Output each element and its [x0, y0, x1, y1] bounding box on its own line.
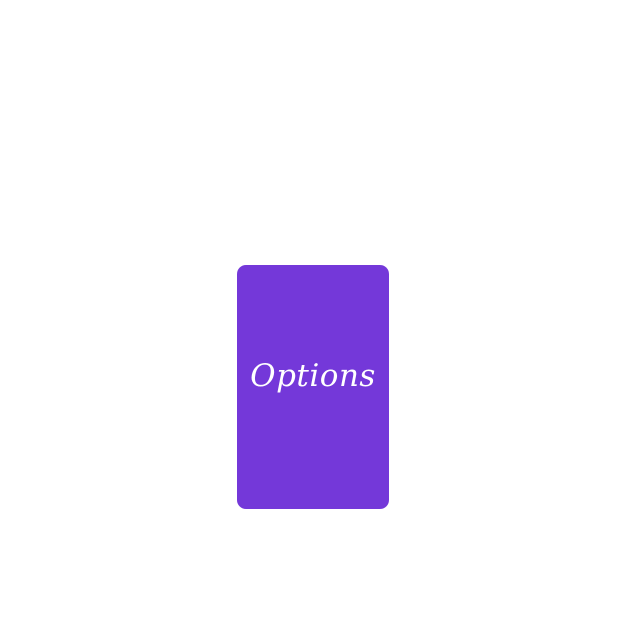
options-button-label: Options [250, 357, 376, 394]
options-button[interactable]: Options [237, 265, 389, 509]
page-canvas: Options [0, 0, 626, 626]
